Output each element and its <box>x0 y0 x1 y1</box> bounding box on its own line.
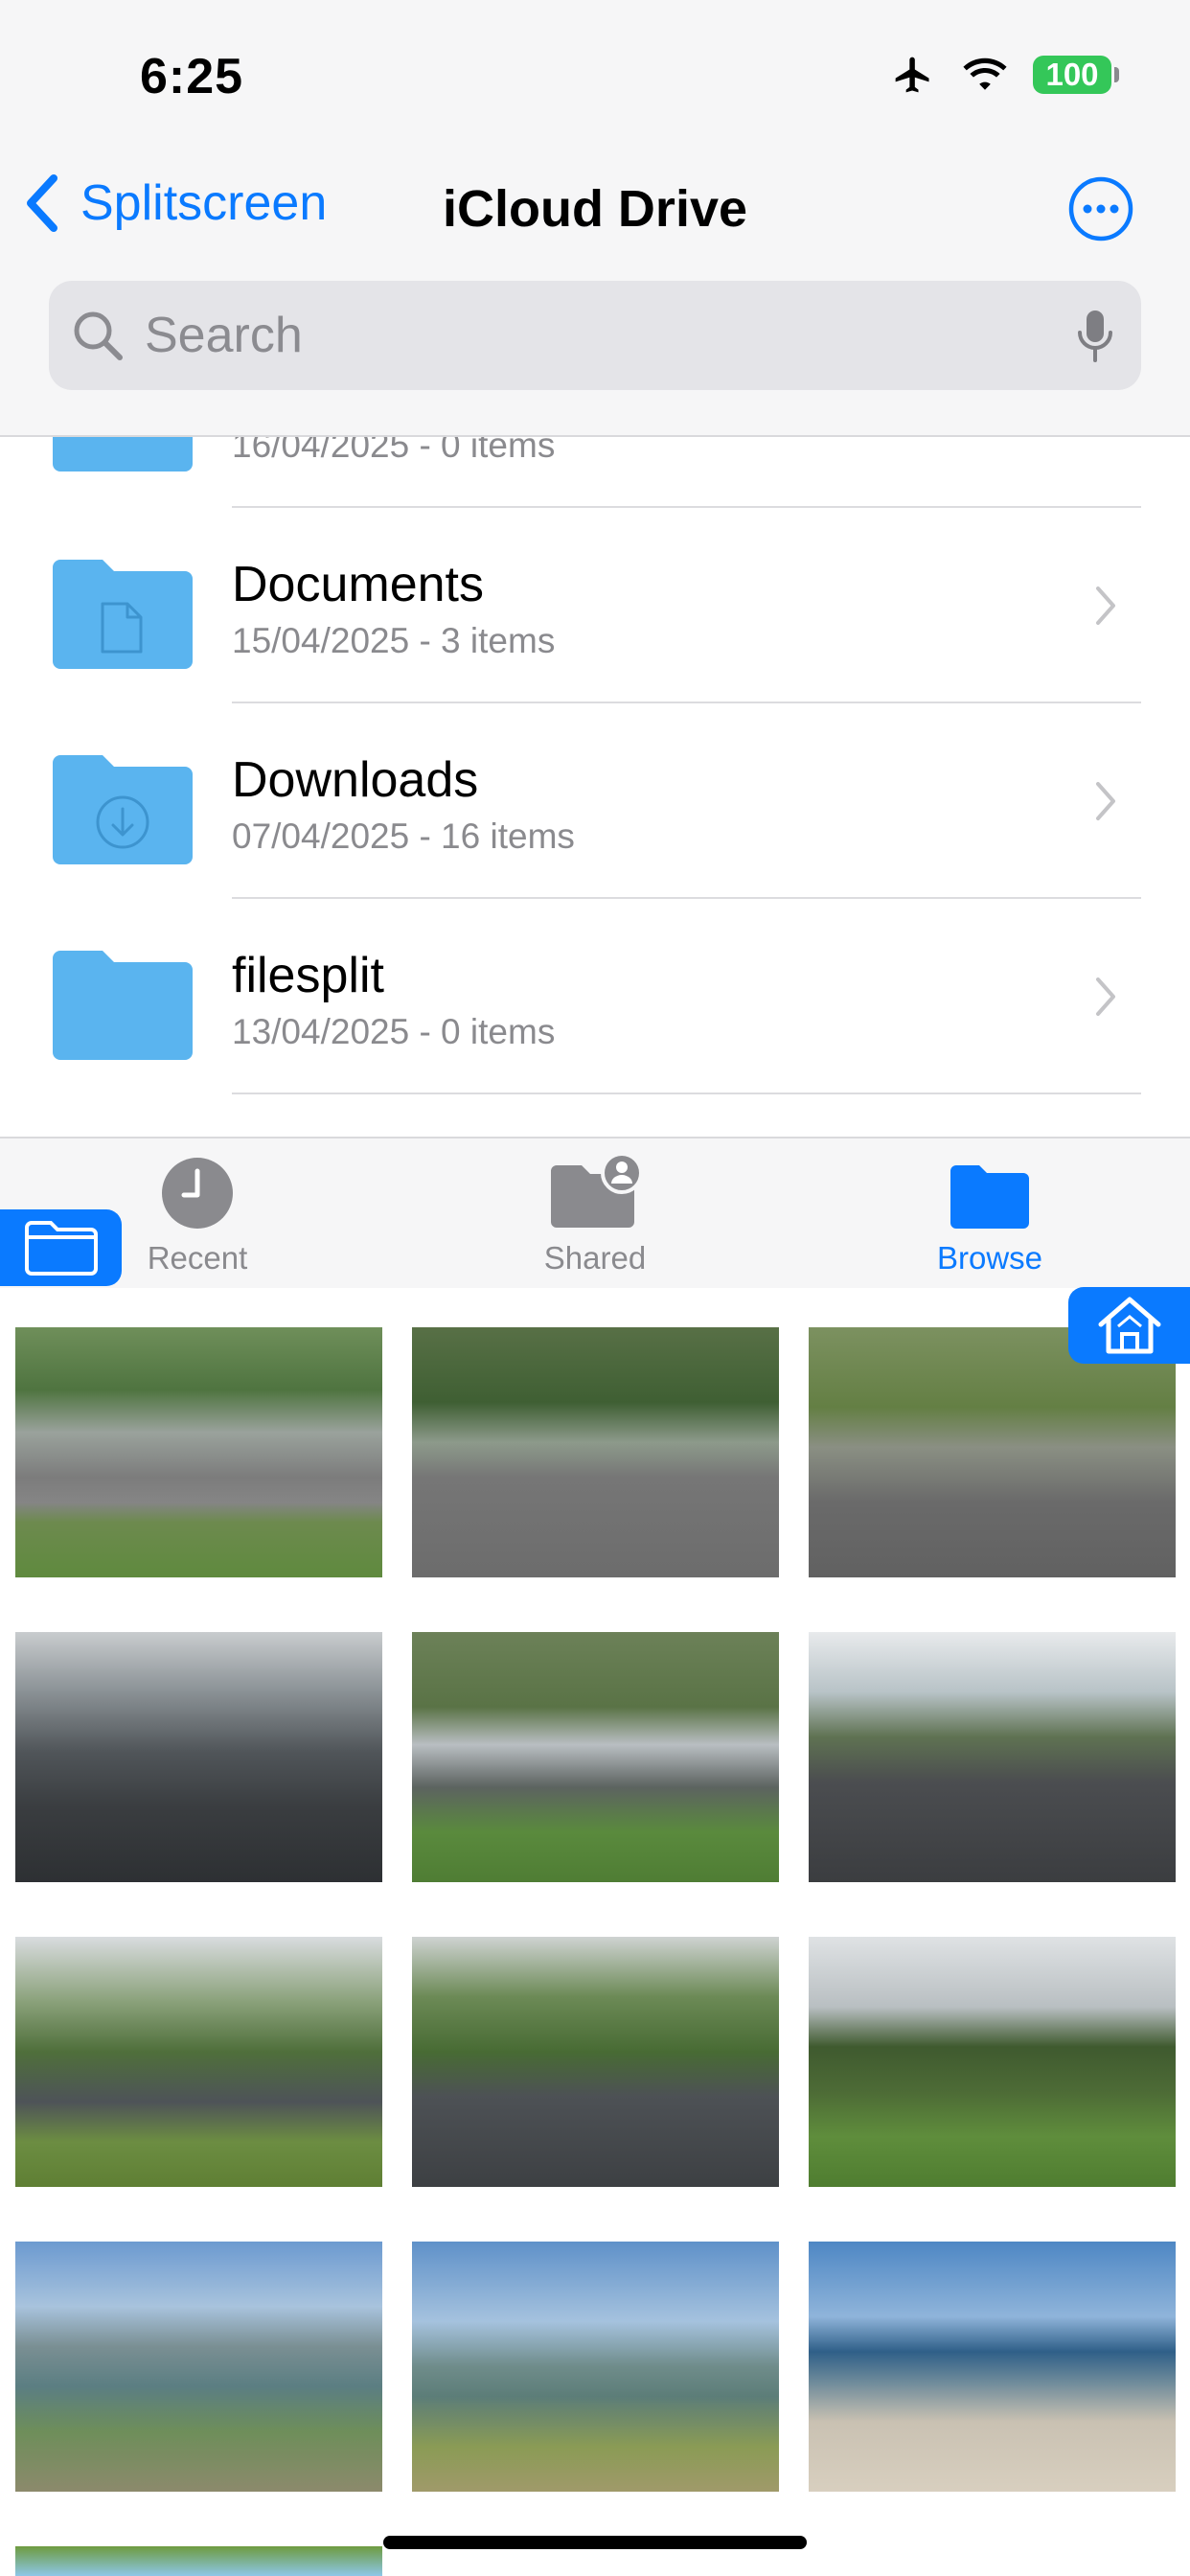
file-meta: 13/04/2025 - 0 items <box>232 1012 556 1051</box>
file-list: 16/04/2025 - 0 items Documents 15/04/202… <box>0 437 1190 1137</box>
row-divider <box>232 1092 1141 1094</box>
search-bar <box>49 281 1141 390</box>
chevron-right-icon <box>1096 586 1115 625</box>
home-indicator[interactable] <box>383 2536 807 2549</box>
documents-folder-icon <box>53 560 193 669</box>
tab-browse[interactable]: Browse <box>884 1152 1095 1276</box>
shared-folder-icon <box>551 1152 643 1228</box>
file-name: filesplit <box>232 948 384 1003</box>
status-time: 6:25 <box>140 49 244 104</box>
tab-label: Recent <box>147 1240 248 1276</box>
downloads-folder-icon <box>53 755 193 864</box>
file-name: Downloads <box>232 752 479 808</box>
files-app-screen: 6:25 100 Splitscreen iCloud Drive Search… <box>0 0 1190 2576</box>
tab-recent[interactable]: Recent <box>92 1152 303 1276</box>
photo-thumbnail[interactable] <box>809 1937 1176 2187</box>
file-name: Documents <box>232 557 484 612</box>
photo-thumbnail[interactable] <box>412 2242 779 2492</box>
photo-thumbnail[interactable] <box>15 2546 382 2576</box>
folder-icon <box>53 951 193 1060</box>
tab-bar: Recent Shared Browse <box>0 1137 1190 1288</box>
photo-thumbnail[interactable] <box>15 1937 382 2187</box>
wifi-icon <box>963 58 1007 90</box>
home-icon <box>1098 1297 1160 1354</box>
tab-label: Shared <box>543 1240 647 1276</box>
photo-thumbnail[interactable] <box>412 1327 779 1577</box>
airplane-icon <box>895 57 929 93</box>
folder-icon <box>53 437 193 472</box>
file-row-downloads[interactable]: Downloads 07/04/2025 - 16 items <box>0 703 1190 899</box>
file-row-documents[interactable]: Documents 15/04/2025 - 3 items <box>0 508 1190 703</box>
more-options-button[interactable] <box>1067 175 1134 242</box>
header: 6:25 100 Splitscreen iCloud Drive <box>0 0 1190 437</box>
search-input[interactable] <box>145 298 1007 373</box>
photo-thumbnail[interactable] <box>15 1632 382 1882</box>
status-icons: 100 <box>889 54 1119 96</box>
tab-label: Browse <box>936 1240 1043 1276</box>
tab-shared[interactable]: Shared <box>490 1152 700 1276</box>
battery-level: 100 <box>1045 57 1099 92</box>
photo-thumbnail[interactable] <box>809 1327 1176 1577</box>
page-title: iCloud Drive <box>442 180 748 238</box>
folder-icon <box>950 1165 1029 1229</box>
folder-icon <box>24 1221 98 1276</box>
photo-thumbnail[interactable] <box>412 1632 779 1882</box>
file-meta: 16/04/2025 - 0 items <box>232 437 556 465</box>
clock-icon <box>162 1158 233 1229</box>
home-button[interactable] <box>1068 1287 1190 1364</box>
photo-thumbnail[interactable] <box>809 1632 1176 1882</box>
photo-thumbnail[interactable] <box>15 2242 382 2492</box>
split-folder-button[interactable] <box>0 1209 122 1286</box>
photo-thumbnail[interactable] <box>809 2242 1176 2492</box>
photo-thumbnail[interactable] <box>412 1937 779 2187</box>
microphone-icon[interactable] <box>1076 308 1114 365</box>
photo-thumbnail[interactable] <box>15 1327 382 1577</box>
search-icon <box>74 311 123 360</box>
file-row-filesplit[interactable]: filesplit 13/04/2025 - 0 items <box>0 899 1190 1094</box>
ellipsis-circle-icon <box>1068 176 1133 242</box>
file-row[interactable]: 16/04/2025 - 0 items <box>0 437 1190 508</box>
file-meta: 15/04/2025 - 3 items <box>232 621 556 660</box>
file-meta: 07/04/2025 - 16 items <box>232 816 575 856</box>
chevron-right-icon <box>1096 978 1115 1016</box>
chevron-right-icon <box>1096 782 1115 820</box>
battery-icon: 100 <box>1033 56 1119 94</box>
